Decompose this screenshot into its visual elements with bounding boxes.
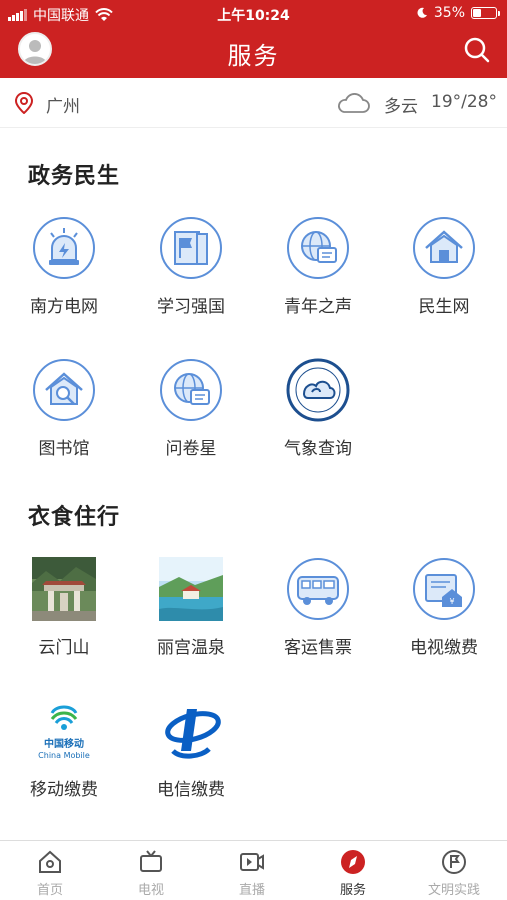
china-mobile-logo: 中国移动 China Mobile [32,699,96,763]
tab-label: 首页 [36,883,63,898]
search-icon[interactable] [461,34,493,66]
tv-bill-icon: ¥ [413,558,475,620]
service-label: 电视缴费 [410,638,478,658]
civilization-icon [442,850,466,874]
location-pin-icon[interactable] [14,92,34,114]
weather-bureau-icon [286,358,350,422]
tab-label: 文明实践 [427,883,480,898]
service-library[interactable]: 图书馆 [4,358,124,459]
service-label: 南方电网 [30,297,98,317]
service-label: 问卷星 [165,439,217,459]
home-icon [39,850,61,873]
service-minsheng[interactable]: 民生网 [384,216,504,317]
bottom-tab-bar: 首页 电视 直播 服务 文明实践 [0,840,507,900]
cloud-icon [338,93,370,113]
service-label: 云门山 [38,638,90,658]
study-icon [160,217,222,279]
moon-icon [417,7,427,18]
temperature-range: 19°/28° [431,92,497,112]
service-label: 丽宫温泉 [157,638,225,658]
tv-icon [140,850,162,872]
tab-label: 电视 [137,883,164,898]
page-title: 服务 [227,42,280,70]
compass-icon [341,850,365,874]
survey-icon [160,359,222,421]
hot-spring-photo [159,557,223,621]
service-tv-bill[interactable]: ¥ 电视缴费 [384,557,504,658]
service-telecom-bill[interactable]: 电信缴费 [131,699,251,800]
battery-icon [471,7,500,19]
live-icon [240,853,264,871]
section-title-gov: 政务民生 [28,164,121,189]
china-mobile-cn: 中国移动 [44,739,84,750]
service-label: 电信缴费 [157,780,225,800]
section-title-life: 衣食住行 [28,505,121,530]
battery-percent: 35% [433,5,465,21]
service-label: 青年之声 [284,297,352,317]
service-yunmen-mountain[interactable]: 云门山 [4,557,124,658]
service-label: 气象查询 [284,439,352,459]
service-label: 客运售票 [284,638,352,658]
tab-label: 直播 [238,883,265,898]
service-mobile-bill[interactable]: 中国移动 China Mobile 移动缴费 [4,699,124,800]
yunmen-mountain-photo [32,557,96,621]
svg-text:¥: ¥ [449,597,454,606]
library-icon [33,359,95,421]
youth-voice-icon [287,217,349,279]
service-youth-voice[interactable]: 青年之声 [258,216,378,317]
lightning-icon [33,217,95,279]
service-bus-ticket[interactable]: 客运售票 [258,557,378,658]
tab-tv[interactable]: 电视 [101,849,201,898]
tab-live[interactable]: 直播 [202,849,302,898]
service-label: 学习强国 [157,297,225,317]
service-xuexi-qiangguo[interactable]: 学习强国 [131,216,251,317]
city-name[interactable]: 广州 [46,92,80,117]
house-icon [413,217,475,279]
service-label: 移动缴费 [30,780,98,800]
service-label: 图书馆 [38,439,90,459]
tab-civilization[interactable]: 文明实践 [404,849,504,898]
service-label: 民生网 [418,297,470,317]
tab-label: 服务 [339,883,366,898]
china-telecom-logo [165,709,221,759]
service-southern-grid[interactable]: 南方电网 [4,216,124,317]
service-ligong-hot-spring[interactable]: 丽宫温泉 [131,557,251,658]
location-weather-bar: 广州 多云 19°/28° [0,78,507,128]
bus-icon [287,558,349,620]
tab-service[interactable]: 服务 [303,849,403,898]
status-bar: 中国联通 上午10:24 35% [0,0,507,28]
service-wenjuanxing[interactable]: 问卷星 [131,358,251,459]
tab-home[interactable]: 首页 [0,849,100,898]
weather-condition: 多云 [384,97,418,117]
header: 服务 [0,28,507,78]
service-weather-query[interactable]: 气象查询 [258,358,378,459]
china-mobile-en: China Mobile [38,751,90,760]
